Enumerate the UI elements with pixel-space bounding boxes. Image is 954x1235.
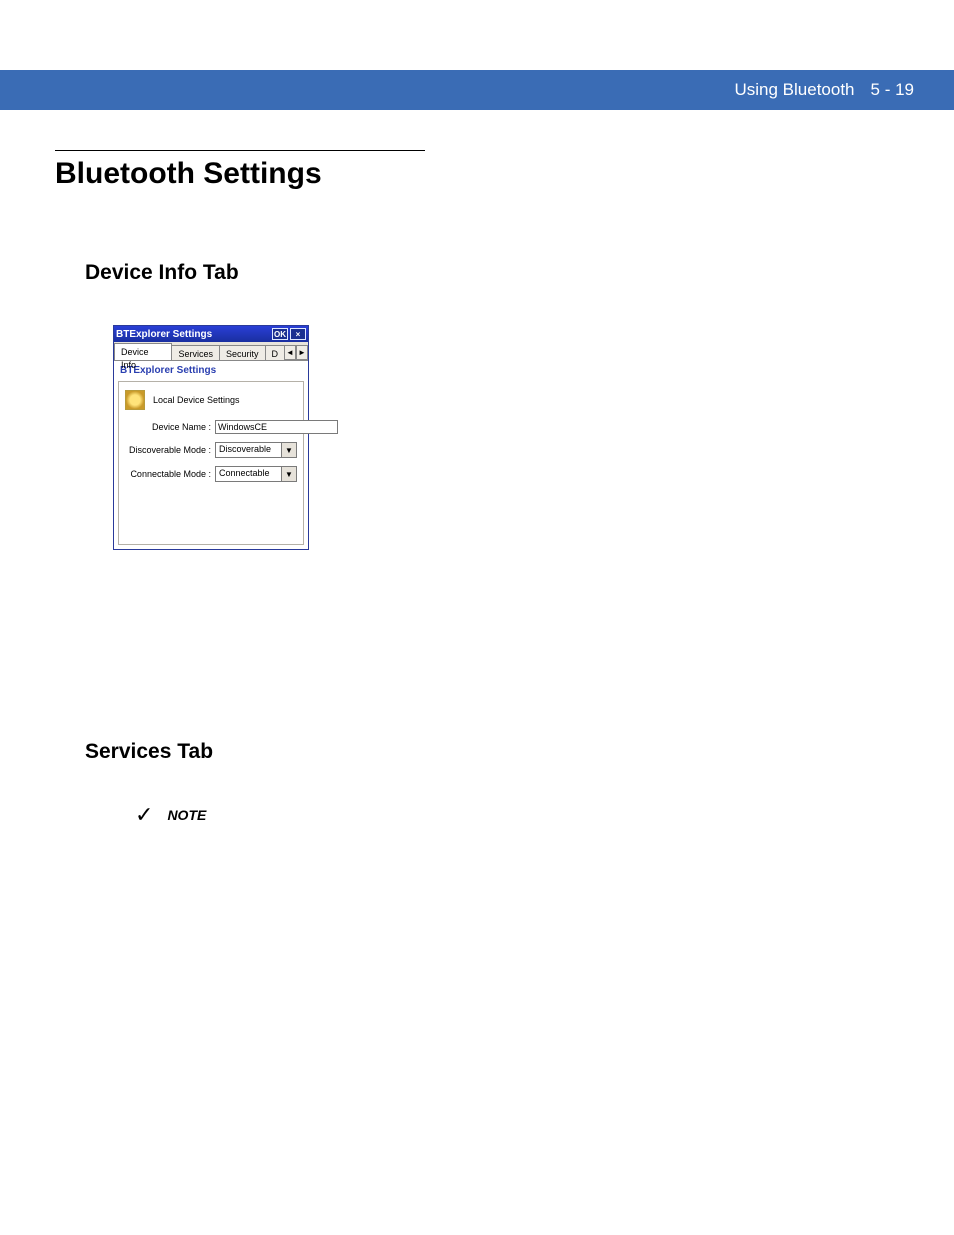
tab-scroll-controls: ◄ ► — [284, 345, 308, 360]
wince-tabstrip: Device Info Services Security D ◄ ► — [114, 342, 308, 361]
section-rule — [55, 150, 425, 151]
note-row: ✓ NOTE — [135, 804, 899, 826]
connectable-mode-value: Connectable — [216, 467, 281, 481]
wince-dialog: BTExplorer Settings OK × Device Info Ser… — [113, 325, 309, 550]
tab-scroll-left[interactable]: ◄ — [284, 345, 296, 360]
tab-scroll-right[interactable]: ► — [296, 345, 308, 360]
header-section-title: Using Bluetooth — [734, 80, 854, 100]
chevron-down-icon: ▼ — [281, 443, 296, 457]
close-button[interactable]: × — [290, 328, 306, 340]
tab-truncated[interactable]: D — [265, 345, 286, 360]
device-name-row: Device Name : — [125, 420, 297, 434]
page-header-bar: Using Bluetooth 5 - 19 — [0, 70, 954, 110]
tab-services[interactable]: Services — [171, 345, 220, 360]
tab-security[interactable]: Security — [219, 345, 266, 360]
discoverable-mode-row: Discoverable Mode : Discoverable ▼ — [125, 442, 297, 458]
note-label: NOTE — [167, 807, 206, 823]
check-icon: ✓ — [135, 804, 153, 826]
chevron-down-icon: ▼ — [281, 467, 296, 481]
local-device-settings-row: Local Device Settings — [125, 390, 297, 410]
wince-client-area: Local Device Settings Device Name : Disc… — [118, 381, 304, 545]
device-name-label: Device Name : — [125, 422, 215, 432]
gear-icon — [125, 390, 145, 410]
local-device-settings-label: Local Device Settings — [153, 395, 240, 405]
section-heading: Bluetooth Settings — [55, 157, 899, 191]
wince-subtitle: BTExplorer Settings — [114, 361, 308, 379]
header-page-number: 5 - 19 — [871, 80, 914, 100]
connectable-mode-select[interactable]: Connectable ▼ — [215, 466, 297, 482]
connectable-mode-row: Connectable Mode : Connectable ▼ — [125, 466, 297, 482]
services-heading: Services Tab — [85, 740, 899, 764]
discoverable-mode-value: Discoverable — [216, 443, 281, 457]
document-page: Using Bluetooth 5 - 19 Bluetooth Setting… — [0, 0, 954, 1235]
page-content: Bluetooth Settings Device Info Tab BTExp… — [55, 150, 899, 826]
wince-title-text: BTExplorer Settings — [116, 329, 270, 340]
discoverable-mode-select[interactable]: Discoverable ▼ — [215, 442, 297, 458]
connectable-mode-label: Connectable Mode : — [125, 469, 215, 479]
discoverable-mode-label: Discoverable Mode : — [125, 445, 215, 455]
ok-button[interactable]: OK — [272, 328, 288, 340]
services-section: Services Tab ✓ NOTE — [55, 740, 899, 826]
device-name-input[interactable] — [215, 420, 338, 434]
wince-titlebar: BTExplorer Settings OK × — [114, 326, 308, 342]
tab-device-info[interactable]: Device Info — [114, 343, 172, 360]
device-info-heading: Device Info Tab — [85, 261, 899, 285]
